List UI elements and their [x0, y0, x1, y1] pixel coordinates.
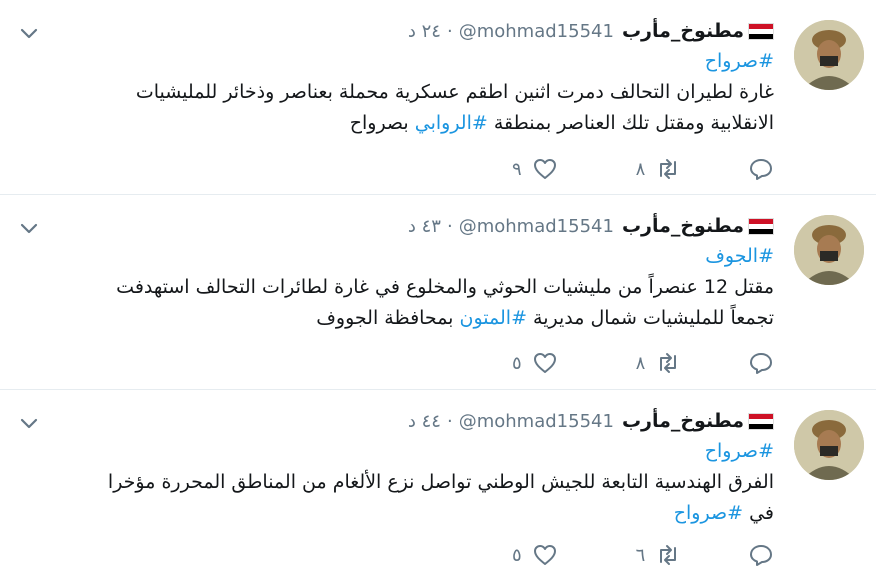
tweet[interactable]: مطنوخ_مأرب @mohmad15541 · ٤٣ د #الجوف مق… — [0, 195, 876, 390]
like-button[interactable]: ٥ — [434, 350, 558, 376]
display-name[interactable]: مطنوخ_مأرب — [622, 410, 744, 432]
hashtag-link[interactable]: #صرواح — [674, 502, 743, 524]
tweet-text: #الجوف مقتل 12 عنصراً من مليشيات الحوثي … — [40, 241, 774, 334]
retweet-button[interactable]: ٨ — [558, 156, 682, 182]
retweet-icon — [660, 159, 677, 179]
like-button[interactable]: ٩ — [434, 156, 558, 182]
reply-button[interactable] — [681, 156, 774, 182]
user-handle[interactable]: @mohmad15541 — [459, 411, 614, 432]
reply-button[interactable] — [681, 350, 774, 376]
yemen-flag-icon — [748, 22, 774, 40]
like-button[interactable]: ٥ — [434, 542, 558, 568]
avatar[interactable] — [794, 20, 864, 90]
separator-dot: · — [446, 215, 453, 237]
tweet-text-fragment: تجمعاً للمليشيات شمال مديرية — [527, 307, 774, 329]
tweet-text: #صرواح الفرق الهندسية التابعة للجيش الوط… — [40, 436, 774, 529]
chevron-down-icon[interactable] — [18, 22, 40, 44]
user-handle[interactable]: @mohmad15541 — [459, 216, 614, 237]
hashtag-link[interactable]: #صرواح — [705, 50, 774, 72]
chevron-down-icon[interactable] — [18, 412, 40, 434]
timestamp[interactable]: ٤٤ د — [408, 411, 441, 432]
tweet-header: مطنوخ_مأرب @mohmad15541 · ٢٤ د — [408, 14, 774, 48]
tweet-actions: ٨ ٩ — [434, 154, 774, 184]
retweet-button[interactable]: ٦ — [558, 542, 682, 568]
reply-icon — [750, 353, 772, 374]
separator-dot: · — [446, 20, 453, 42]
timestamp[interactable]: ٤٣ د — [408, 216, 441, 237]
reply-button[interactable] — [681, 542, 774, 568]
hashtag-link[interactable]: #المتون — [460, 307, 527, 329]
retweet-count: ٦ — [635, 544, 646, 566]
tweet-text-fragment: الانقلابية ومقتل تلك العناصر بمنطقة — [487, 112, 774, 134]
like-count: ٥ — [511, 352, 522, 374]
tweet-text-fragment: بمحافظة الجووف — [316, 307, 460, 329]
retweet-count: ٨ — [635, 158, 646, 180]
tweet-text-fragment: بصرواح — [349, 112, 415, 134]
tweet-header: مطنوخ_مأرب @mohmad15541 · ٤٤ د — [408, 404, 774, 438]
display-name[interactable]: مطنوخ_مأرب — [622, 215, 744, 237]
like-count: ٩ — [511, 158, 522, 180]
yemen-flag-icon — [748, 412, 774, 430]
retweet-count: ٨ — [635, 352, 646, 374]
chevron-down-icon[interactable] — [18, 217, 40, 239]
heart-icon — [533, 353, 556, 373]
tweet-feed: مطنوخ_مأرب @mohmad15541 · ٢٤ د #صرواح غا… — [0, 0, 876, 582]
retweet-icon — [660, 545, 677, 565]
like-count: ٥ — [511, 544, 522, 566]
hashtag-link[interactable]: #الجوف — [705, 245, 774, 267]
tweet-actions: ٨ ٥ — [434, 348, 774, 378]
tweet-text: #صرواح غارة لطيران التحالف دمرت اثنين اط… — [40, 46, 774, 139]
heart-icon — [533, 159, 556, 179]
hashtag-link[interactable]: #الروابي — [415, 112, 488, 134]
heart-icon — [533, 545, 556, 565]
retweet-button[interactable]: ٨ — [558, 350, 682, 376]
tweet[interactable]: مطنوخ_مأرب @mohmad15541 · ٢٤ د #صرواح غا… — [0, 0, 876, 195]
yemen-flag-icon — [748, 217, 774, 235]
display-name[interactable]: مطنوخ_مأرب — [622, 20, 744, 42]
avatar[interactable] — [794, 410, 864, 480]
tweet[interactable]: مطنوخ_مأرب @mohmad15541 · ٤٤ د #صرواح ال… — [0, 390, 876, 582]
reply-icon — [750, 545, 772, 566]
tweet-text-line: الفرق الهندسية التابعة للجيش الوطني تواص… — [107, 471, 774, 493]
tweet-text-line: مقتل 12 عنصراً من مليشيات الحوثي والمخلو… — [116, 276, 774, 298]
tweet-header: مطنوخ_مأرب @mohmad15541 · ٤٣ د — [408, 209, 774, 243]
tweet-text-line: غارة لطيران التحالف دمرت اثنين اطقم عسكر… — [135, 81, 774, 103]
avatar[interactable] — [794, 215, 864, 285]
timestamp[interactable]: ٢٤ د — [408, 21, 441, 42]
hashtag-link[interactable]: #صرواح — [705, 440, 774, 462]
tweet-text-fragment: في — [743, 502, 774, 524]
tweet-actions: ٦ ٥ — [434, 540, 774, 570]
reply-icon — [750, 159, 772, 180]
separator-dot: · — [446, 410, 453, 432]
user-handle[interactable]: @mohmad15541 — [459, 21, 614, 42]
retweet-icon — [660, 353, 677, 373]
